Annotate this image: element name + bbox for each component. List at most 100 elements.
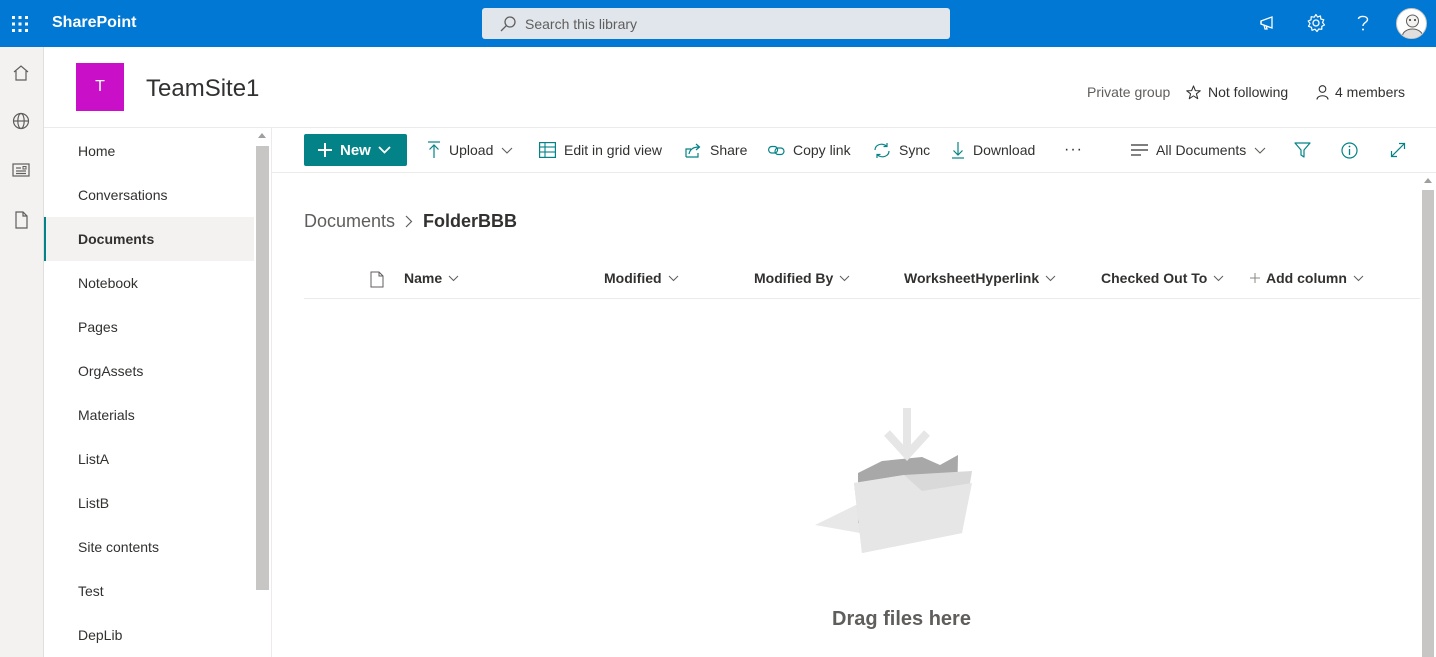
column-checked-out-to[interactable]: Checked Out To — [1101, 270, 1224, 286]
add-column-button[interactable]: Add column — [1250, 270, 1364, 286]
column-modified[interactable]: Modified — [604, 270, 679, 286]
plus-icon — [318, 143, 332, 157]
site-title[interactable]: TeamSite1 — [146, 75, 259, 103]
members-button[interactable]: 4 members — [1316, 84, 1405, 100]
column-worksheet-hyperlink[interactable]: WorksheetHyperlink — [904, 270, 1056, 286]
settings-gear-icon[interactable] — [1305, 12, 1327, 34]
share-button[interactable]: Share — [685, 140, 747, 160]
view-lines-icon — [1131, 144, 1148, 156]
breadcrumb-current-folder: FolderBBB — [423, 211, 518, 231]
new-label: New — [340, 141, 371, 159]
full-screen-button[interactable] — [1390, 140, 1414, 160]
follow-button[interactable]: Not following — [1186, 84, 1288, 100]
grid-icon — [539, 142, 556, 158]
site-logo[interactable]: T — [76, 63, 124, 111]
app-launcher-icon[interactable] — [0, 0, 40, 47]
home-icon[interactable] — [10, 62, 32, 84]
nav-item-pages[interactable]: Pages — [44, 305, 254, 349]
chevron-right-icon — [405, 215, 413, 228]
edit-grid-view-button[interactable]: Edit in grid view — [539, 140, 662, 160]
expand-icon — [1390, 142, 1406, 158]
info-pane-button[interactable] — [1341, 140, 1366, 160]
nav-item-listb[interactable]: ListB — [44, 481, 254, 525]
nav-item-materials[interactable]: Materials — [44, 393, 254, 437]
document-library: Documents FolderBBB Name Modified Modifi… — [272, 173, 1420, 657]
scrollbar-thumb[interactable] — [1422, 190, 1434, 657]
megaphone-icon[interactable] — [1257, 12, 1279, 34]
empty-folder-illustration — [812, 403, 982, 563]
sync-button[interactable]: Sync — [873, 140, 930, 160]
nav-item-home[interactable]: Home — [44, 129, 254, 173]
new-button[interactable]: New — [304, 134, 407, 166]
copy-link-button[interactable]: Copy link — [768, 140, 851, 160]
copy-link-label: Copy link — [793, 142, 851, 158]
download-label: Download — [973, 142, 1036, 158]
sync-label: Sync — [899, 142, 931, 158]
column-modified-by[interactable]: Modified By — [754, 270, 850, 286]
globe-icon[interactable] — [10, 110, 32, 132]
user-avatar[interactable] — [1396, 8, 1427, 39]
chevron-down-icon — [1353, 275, 1364, 281]
add-column-label: Add column — [1266, 270, 1347, 286]
nav-item-deplib[interactable]: DepLib — [44, 613, 254, 657]
breadcrumb-documents[interactable]: Documents — [304, 211, 395, 232]
file-type-icon[interactable] — [364, 271, 384, 288]
chevron-down-icon — [448, 275, 459, 281]
view-selector[interactable]: All Documents — [1131, 140, 1266, 160]
search-input[interactable] — [525, 15, 925, 32]
members-label: 4 members — [1335, 84, 1406, 100]
app-name[interactable]: SharePoint — [52, 14, 136, 32]
column-worksheet-hyperlink-label: WorksheetHyperlink — [904, 270, 1040, 286]
scrollbar-thumb[interactable] — [256, 146, 269, 590]
nav-item-conversations[interactable]: Conversations — [44, 173, 254, 217]
nav-item-notebook[interactable]: Notebook — [44, 261, 254, 305]
info-icon — [1341, 141, 1358, 159]
chevron-down-icon — [1213, 275, 1224, 281]
plus-icon — [1250, 273, 1260, 283]
download-button[interactable]: Download — [951, 140, 1035, 160]
scroll-up-arrow-icon[interactable] — [258, 133, 266, 138]
more-actions-button[interactable]: ··· — [1064, 140, 1083, 160]
news-icon[interactable] — [10, 159, 32, 181]
command-bar: New Upload Edit in grid view Share Copy … — [272, 128, 1436, 173]
view-selector-label: All Documents — [1156, 142, 1247, 158]
link-icon — [768, 145, 785, 155]
site-privacy: Private group — [1087, 84, 1171, 100]
app-bar — [0, 47, 44, 657]
search-icon — [499, 15, 517, 33]
upload-button[interactable]: Upload — [427, 140, 513, 160]
chevron-down-icon — [839, 275, 850, 281]
column-modified-by-label: Modified By — [754, 270, 834, 286]
download-icon — [952, 142, 964, 159]
nav-item-orgassets[interactable]: OrgAssets — [44, 349, 254, 393]
nav-scrollbar[interactable] — [254, 128, 271, 657]
upload-icon — [428, 141, 440, 158]
left-navigation: Home Conversations Documents Notebook Pa… — [44, 128, 272, 657]
edit-grid-view-label: Edit in grid view — [564, 142, 663, 158]
follow-label: Not following — [1208, 84, 1289, 100]
nav-item-test[interactable]: Test — [44, 569, 254, 613]
scroll-up-arrow-icon[interactable] — [1424, 178, 1432, 183]
column-name[interactable]: Name — [404, 270, 459, 286]
chevron-down-icon — [378, 146, 391, 154]
sync-icon — [874, 142, 890, 158]
chevron-down-icon — [1254, 147, 1266, 154]
nav-item-lista[interactable]: ListA — [44, 437, 254, 481]
column-name-label: Name — [404, 270, 443, 286]
help-icon[interactable] — [1352, 12, 1374, 34]
site-header: T TeamSite1 Private group Not following … — [44, 47, 1436, 128]
chevron-down-icon — [501, 147, 513, 154]
upload-label: Upload — [449, 142, 494, 158]
main-scrollbar[interactable] — [1420, 173, 1436, 657]
document-icon[interactable] — [10, 209, 32, 231]
nav-item-documents[interactable]: Documents — [44, 217, 254, 261]
column-modified-label: Modified — [604, 270, 662, 286]
chevron-down-icon — [1045, 275, 1056, 281]
filter-icon — [1294, 142, 1311, 158]
nav-item-site-contents[interactable]: Site contents — [44, 525, 254, 569]
empty-state-message: Drag files here — [832, 608, 971, 630]
search-box[interactable] — [482, 8, 950, 39]
column-header-row: Name Modified Modified By WorksheetHyper… — [304, 261, 1420, 299]
column-checked-out-to-label: Checked Out To — [1101, 270, 1208, 286]
filter-button[interactable] — [1294, 140, 1319, 160]
